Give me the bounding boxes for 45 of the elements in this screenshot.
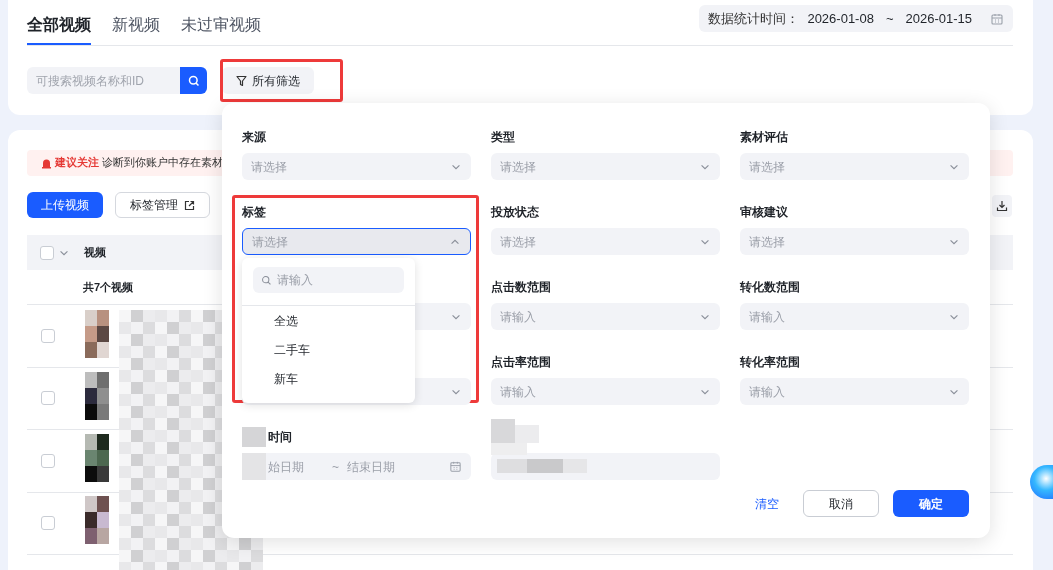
checkbox[interactable] [41, 453, 55, 468]
confirm-button[interactable]: 确定 [893, 490, 969, 517]
cancel-button[interactable]: 取消 [803, 490, 879, 517]
field-label: 素材评估 [740, 129, 788, 146]
checkbox[interactable] [41, 516, 55, 531]
field-label: 审核建议 [740, 204, 788, 221]
field-label: 转化数范围 [740, 279, 800, 296]
field-label: 类型 [491, 129, 515, 146]
search-icon [187, 74, 200, 87]
search-field[interactable]: 可搜索视频名称和ID [27, 67, 180, 94]
field-label: 转化率范围 [740, 354, 800, 371]
search-button[interactable] [180, 67, 207, 94]
download-icon [996, 200, 1008, 212]
tab[interactable]: 未过审视频 [181, 0, 261, 45]
tab[interactable]: 全部视频 [27, 0, 91, 45]
field-label: 时间 [268, 429, 292, 446]
field-label: 标签 [242, 204, 266, 221]
dropdown-option[interactable]: 新车 [242, 364, 415, 393]
alert-text: 诊断到你账户中存在素材 [102, 155, 223, 171]
checkbox[interactable] [40, 245, 54, 260]
column-header: 视频 [84, 245, 106, 261]
filter-icon [236, 74, 247, 87]
alert-tag: 建议关注 [55, 155, 99, 171]
external-link-icon [184, 199, 195, 211]
calendar-icon [449, 460, 462, 473]
checkbox[interactable] [41, 328, 55, 343]
field-label: 点击数范围 [491, 279, 551, 296]
tab[interactable]: 新视频 [112, 0, 160, 45]
dropdown-option[interactable]: 全选 [242, 306, 415, 335]
tag-manage-button[interactable]: 标签管理 [115, 192, 210, 218]
clear-link[interactable]: 清空 [755, 494, 779, 513]
download-button[interactable] [992, 195, 1012, 217]
assistant-icon[interactable] [1030, 465, 1053, 499]
upload-button[interactable]: 上传视频 [27, 192, 103, 218]
date-range-field[interactable]: 数据统计时间： 2026-01-08 ~ 2026-01-15 [699, 5, 1013, 32]
search-icon [261, 274, 272, 286]
alarm-icon [41, 157, 52, 169]
field-label: 点击率范围 [491, 354, 551, 371]
dropdown-option[interactable]: 二手车 [242, 335, 415, 364]
calendar-icon [990, 11, 1004, 26]
field-label: 来源 [242, 129, 266, 146]
filter-button[interactable]: 所有筛选 [222, 67, 314, 94]
field-label: 投放状态 [491, 204, 539, 221]
checkbox[interactable] [41, 391, 55, 406]
video-count: 共7个视频 [83, 279, 134, 295]
